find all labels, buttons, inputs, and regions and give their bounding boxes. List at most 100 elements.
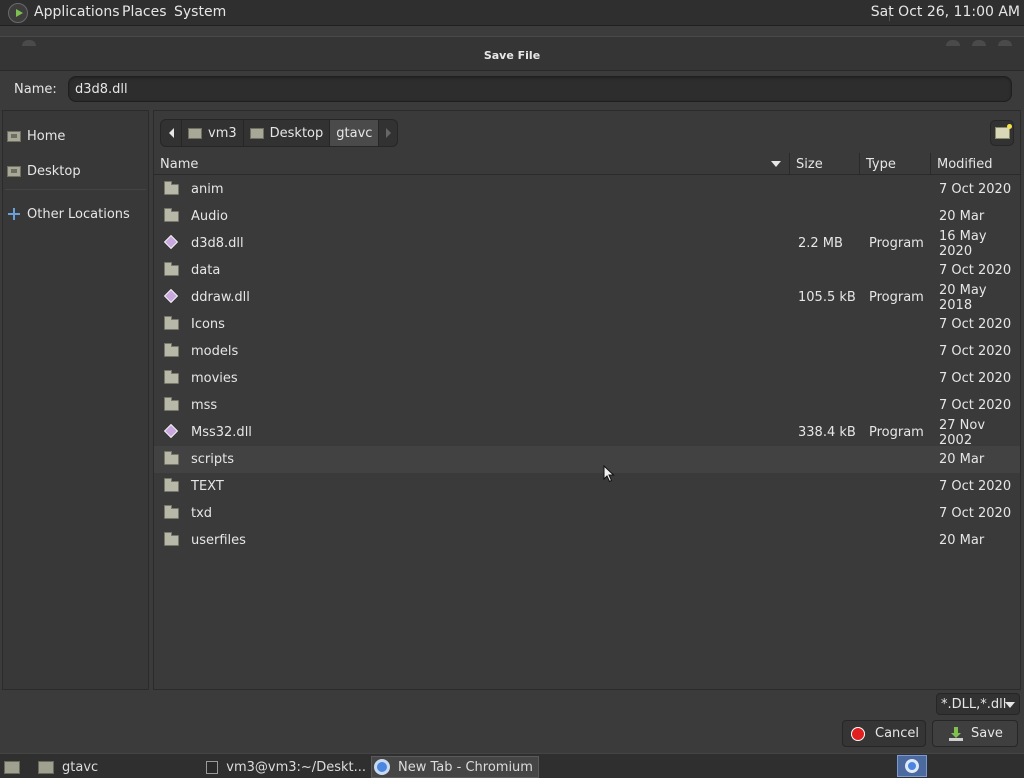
file-row[interactable]: data 7 Oct 2020 xyxy=(154,257,1020,284)
save-file-dialog: Save File Name: Home Desktop Other Locat… xyxy=(0,36,1024,752)
file-row[interactable]: Audio 20 Mar xyxy=(154,203,1020,230)
taskbar-item-chromium[interactable]: New Tab - Chromium xyxy=(371,756,539,778)
taskbar-item-gtavc[interactable]: gtavc xyxy=(38,756,198,778)
file-row[interactable]: userfiles 20 Mar xyxy=(154,527,1020,554)
cancel-button[interactable]: Cancel xyxy=(842,720,926,747)
file-row[interactable]: ddraw.dll 105.5 kB Program 20 May 2018 xyxy=(154,283,1020,313)
column-header-modified[interactable]: Modified xyxy=(931,153,1020,175)
close-button[interactable] xyxy=(998,40,1012,46)
chevron-left-icon xyxy=(168,128,174,138)
dialog-title: Save File xyxy=(483,49,541,62)
file-modified: 7 Oct 2020 xyxy=(939,371,1012,386)
file-modified: 16 May 2020 xyxy=(939,228,987,259)
file-row[interactable]: d3d8.dll 2.2 MB Program 16 May 2020 xyxy=(154,228,1020,259)
dialog-titlebar[interactable]: Save File xyxy=(0,37,1024,71)
path-segment-vm3[interactable]: vm3 xyxy=(181,119,244,147)
dll-file-icon xyxy=(163,423,179,439)
maximize-button[interactable] xyxy=(972,40,986,46)
column-header-label: Type xyxy=(866,156,896,172)
taskbar-item-label: vm3@vm3:~/Deskt... xyxy=(226,759,366,775)
menu-places[interactable]: Places xyxy=(122,4,167,20)
folder-icon xyxy=(164,505,179,519)
file-row[interactable]: TEXT 7 Oct 2020 xyxy=(154,473,1020,500)
chromium-icon xyxy=(374,759,390,775)
terminal-icon xyxy=(206,760,219,774)
top-panel: Applications Places System Sat Oct 26, 1… xyxy=(0,0,1024,26)
file-name: Mss32.dll xyxy=(191,425,252,440)
file-name: ddraw.dll xyxy=(191,290,250,305)
file-size: 2.2 MB xyxy=(798,236,843,251)
file-row[interactable]: models 7 Oct 2020 xyxy=(154,338,1020,365)
file-type-filter[interactable]: *.DLL,*.dll xyxy=(936,693,1020,715)
file-name: txd xyxy=(191,506,213,521)
folder-icon xyxy=(164,370,179,384)
desktop-icon xyxy=(4,760,20,774)
folder-icon xyxy=(164,343,179,357)
file-modified: 7 Oct 2020 xyxy=(939,182,1012,197)
file-name: Icons xyxy=(191,317,225,332)
folder-icon xyxy=(164,532,179,546)
folder-icon xyxy=(164,451,179,465)
save-label: Save xyxy=(971,726,1003,741)
menu-system[interactable]: System xyxy=(174,4,226,20)
path-forward-button[interactable] xyxy=(378,119,399,147)
file-name: mss xyxy=(191,398,218,413)
folder-icon xyxy=(164,262,179,276)
sidebar-item-home[interactable]: Home xyxy=(7,124,65,148)
desktop-folder-icon xyxy=(7,165,21,177)
name-label: Name: xyxy=(14,82,57,97)
folder-icon xyxy=(164,397,179,411)
show-desktop-button[interactable] xyxy=(4,756,28,778)
file-type: Program xyxy=(869,290,924,305)
new-folder-icon xyxy=(994,124,1012,139)
menu-applications[interactable]: Applications xyxy=(34,4,120,20)
file-name: models xyxy=(191,344,239,359)
path-segment-desktop[interactable]: Desktop xyxy=(242,119,331,147)
chevron-down-icon xyxy=(1005,702,1015,708)
window-menu-button[interactable] xyxy=(22,40,36,46)
path-segment-label: vm3 xyxy=(208,125,237,141)
file-row[interactable]: mss 7 Oct 2020 xyxy=(154,392,1020,419)
column-header-type[interactable]: Type xyxy=(860,153,931,175)
file-name: Audio xyxy=(191,209,228,224)
sidebar-item-desktop[interactable]: Desktop xyxy=(7,159,81,183)
file-list: anim 7 Oct 2020 Audio 20 Mar d3d8.dll 2.2 MB P… xyxy=(154,176,1020,554)
sidebar-item-label: Home xyxy=(27,128,66,144)
create-folder-button[interactable] xyxy=(990,120,1014,146)
column-header-size[interactable]: Size xyxy=(790,153,860,175)
file-modified: 20 Mar xyxy=(939,533,985,548)
file-name: TEXT xyxy=(191,479,224,494)
file-browser: vm3 Desktop gtavc Name Size Type Modifie… xyxy=(153,110,1021,690)
taskbar-item-label: gtavc xyxy=(62,759,99,775)
column-headers: Name Size Type Modified xyxy=(154,153,1020,175)
folder-icon xyxy=(164,316,179,330)
file-row[interactable]: Mss32.dll 338.4 kB Program 27 Nov 2002 xyxy=(154,418,1020,448)
mate-logo-icon[interactable] xyxy=(8,3,28,23)
file-type: Program xyxy=(869,236,924,251)
file-row[interactable]: txd 7 Oct 2020 xyxy=(154,500,1020,527)
sidebar-item-other-locations[interactable]: Other Locations xyxy=(7,202,130,226)
file-name: userfiles xyxy=(191,533,246,548)
filter-label: *.DLL,*.dll xyxy=(941,696,1007,712)
dll-file-icon xyxy=(163,288,179,304)
file-row[interactable]: Icons 7 Oct 2020 xyxy=(154,311,1020,338)
folder-icon xyxy=(164,181,179,195)
file-modified: 20 Mar xyxy=(939,209,985,224)
save-button[interactable]: Save xyxy=(932,720,1018,747)
path-segment-gtavc[interactable]: gtavc xyxy=(329,119,380,147)
column-header-name[interactable]: Name xyxy=(154,153,790,175)
taskbar-item-terminal[interactable]: vm3@vm3:~/Deskt... xyxy=(206,756,366,778)
file-row[interactable]: scripts 20 Mar xyxy=(154,446,1020,473)
path-segment-label: gtavc xyxy=(336,125,373,141)
file-row[interactable]: anim 7 Oct 2020 xyxy=(154,176,1020,203)
clock[interactable]: Sat Oct 26, 11:00 AM xyxy=(871,4,1020,20)
tray-chromium-icon[interactable] xyxy=(897,755,927,777)
path-back-button[interactable] xyxy=(160,119,182,147)
file-modified: 20 Mar xyxy=(939,452,985,467)
folder-icon xyxy=(164,478,179,492)
file-row[interactable]: movies 7 Oct 2020 xyxy=(154,365,1020,392)
file-name: anim xyxy=(191,182,224,197)
filename-input[interactable] xyxy=(68,76,1012,102)
minimize-button[interactable] xyxy=(946,40,960,46)
dll-file-icon xyxy=(163,234,179,250)
